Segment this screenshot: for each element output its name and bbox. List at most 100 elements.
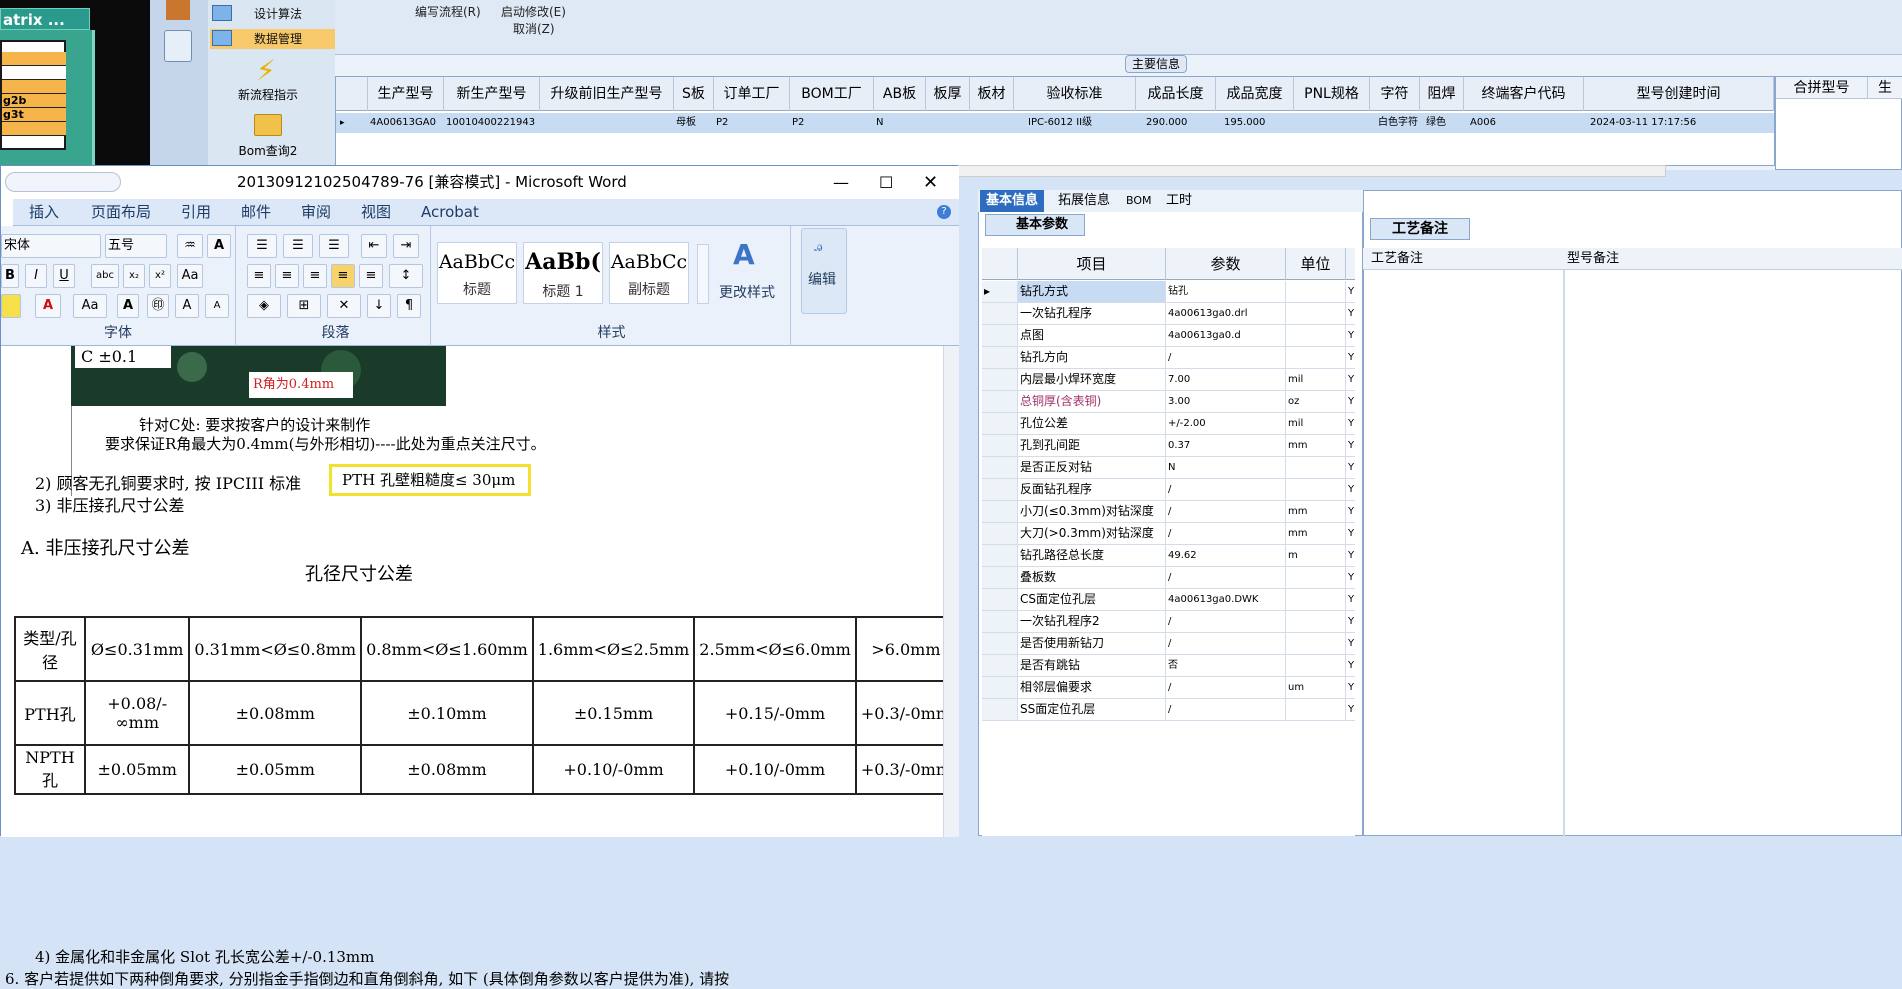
left-row[interactable] [2, 52, 66, 66]
tab-review[interactable]: 审阅 [301, 199, 331, 226]
row-indicator[interactable] [982, 567, 1018, 588]
underline-icon[interactable]: U [53, 264, 75, 288]
cell-flag[interactable]: Y [1346, 479, 1355, 500]
table-row[interactable]: 钻孔方向 / Y [982, 347, 1355, 369]
table-row[interactable]: 总铜厚(含表铜) 3.00 oz Y [982, 391, 1355, 413]
cell-unit[interactable]: um [1286, 677, 1346, 698]
cell-param[interactable]: / [1166, 479, 1286, 500]
left-row[interactable] [2, 66, 66, 80]
cell-flag[interactable]: Y [1346, 413, 1355, 434]
cell-bom-factory[interactable]: P2 [790, 113, 804, 133]
cell-width[interactable]: 195.000 [1222, 113, 1265, 133]
row-indicator[interactable] [982, 699, 1018, 720]
char-shading-icon[interactable]: A [117, 294, 139, 318]
numbering-icon[interactable]: ☰ [283, 234, 313, 258]
cell-item[interactable]: 钻孔路径总长度 [1018, 545, 1166, 566]
italic-icon[interactable]: I [25, 264, 47, 288]
cell-param[interactable]: 4a00613ga0.DWK [1166, 589, 1286, 610]
cell-unit[interactable]: mm [1286, 501, 1346, 522]
multilevel-list-icon[interactable]: ☰ [319, 234, 349, 258]
cell-unit[interactable] [1286, 325, 1346, 346]
cell-param[interactable]: / [1166, 677, 1286, 698]
help-icon[interactable]: ? [937, 205, 951, 219]
align-center-icon[interactable]: ≡ [275, 264, 299, 288]
shading-icon[interactable]: ◈ [247, 294, 281, 318]
tab-mailings[interactable]: 邮件 [241, 199, 271, 226]
col-header[interactable]: 成品宽度 [1216, 77, 1294, 111]
table-row[interactable]: 反面钻孔程序 / Y [982, 479, 1355, 501]
row-indicator[interactable] [982, 303, 1018, 324]
cell-param[interactable]: / [1166, 611, 1286, 632]
row-indicator[interactable] [982, 479, 1018, 500]
tab-references[interactable]: 引用 [181, 199, 211, 226]
cell-item[interactable]: 相邻层偏要求 [1018, 677, 1166, 698]
cell-item[interactable]: 钻孔方式 [1018, 281, 1166, 302]
cell-param[interactable]: 4a00613ga0.drl [1166, 303, 1286, 324]
cell-flag[interactable]: Y [1346, 391, 1355, 412]
cell-flag[interactable]: Y [1346, 677, 1355, 698]
cell-item[interactable]: 内层最小焊环宽度 [1018, 369, 1166, 390]
font-color-icon[interactable]: A [35, 294, 61, 318]
row-indicator[interactable] [982, 435, 1018, 456]
cell-material[interactable] [970, 113, 972, 133]
cell-unit[interactable] [1286, 699, 1346, 720]
table-row[interactable]: 是否正反对钻 N Y [982, 457, 1355, 479]
cell-unit[interactable] [1286, 655, 1346, 676]
cell-item[interactable]: 反面钻孔程序 [1018, 479, 1166, 500]
decrease-indent-icon[interactable]: ⇤ [361, 234, 387, 258]
cell-param[interactable]: 否 [1166, 655, 1286, 676]
col-header[interactable]: PNL规格 [1294, 77, 1370, 111]
col-header[interactable]: 生 [1868, 77, 1902, 99]
start-edit-button[interactable]: 启动修改(E) [501, 3, 566, 20]
edit-group[interactable]: ꭿ 编辑 [801, 228, 847, 314]
maximize-icon[interactable]: ☐ [879, 166, 893, 199]
row-indicator[interactable] [982, 413, 1018, 434]
cell-param[interactable]: / [1166, 567, 1286, 588]
close-icon[interactable]: ✕ [923, 166, 938, 199]
bullets-icon[interactable]: ☰ [247, 234, 277, 258]
cell-param[interactable]: 49.62 [1166, 545, 1286, 566]
col-header-item[interactable]: 项目 [1018, 248, 1166, 280]
cancel-button[interactable]: 取消(Z) [513, 20, 555, 37]
row-indicator[interactable] [982, 369, 1018, 390]
col-header[interactable]: AB板 [874, 77, 926, 111]
cell-param[interactable]: N [1166, 457, 1286, 478]
cell-flag[interactable]: Y [1346, 545, 1355, 566]
strikethrough-icon[interactable]: abc [91, 264, 119, 288]
cell-item[interactable]: 是否有跳钻 [1018, 655, 1166, 676]
increase-indent-icon[interactable]: ⇥ [393, 234, 419, 258]
col-header[interactable]: 验收标准 [1014, 77, 1136, 111]
cell-param[interactable]: 4a00613ga0.d [1166, 325, 1286, 346]
cell-flag[interactable]: Y [1346, 369, 1355, 390]
row-indicator[interactable] [982, 523, 1018, 544]
folder-icon[interactable] [254, 114, 282, 136]
cell-item[interactable]: CS面定位孔层 [1018, 589, 1166, 610]
cell-unit[interactable] [1286, 611, 1346, 632]
calculator-icon[interactable] [164, 30, 192, 62]
cell-flag[interactable]: Y [1346, 589, 1355, 610]
tab-acrobat[interactable]: Acrobat [421, 199, 479, 226]
cell-solder[interactable]: 绿色 [1424, 113, 1446, 133]
cell-item[interactable]: 一次钻孔程序2 [1018, 611, 1166, 632]
minimize-icon[interactable]: — [833, 166, 849, 199]
cell-param[interactable]: / [1166, 699, 1286, 720]
distribute-icon[interactable]: ≡ [359, 264, 383, 288]
row-indicator[interactable] [982, 347, 1018, 368]
table-row[interactable]: 是否使用新钻刀 / Y [982, 633, 1355, 655]
left-panel-title[interactable]: atrix ... [0, 8, 90, 30]
cell-unit[interactable] [1286, 347, 1346, 368]
left-row[interactable]: g3t [2, 108, 66, 122]
row-indicator[interactable] [982, 611, 1018, 632]
cell-length[interactable]: 290.000 [1144, 113, 1187, 133]
cell-item[interactable]: 叠板数 [1018, 567, 1166, 588]
vertical-scrollbar[interactable] [943, 346, 959, 837]
cell-flag[interactable]: Y [1346, 567, 1355, 588]
font-size-up-icon[interactable]: Aa [73, 294, 107, 318]
line-spacing-icon[interactable]: ↕ [389, 264, 423, 288]
cell-ab-board[interactable]: N [874, 113, 883, 133]
cell-param[interactable]: / [1166, 501, 1286, 522]
cell-item[interactable]: 钻孔方向 [1018, 347, 1166, 368]
row-indicator[interactable] [982, 589, 1018, 610]
row-indicator[interactable]: ▸ [982, 281, 1018, 302]
table-row[interactable]: 孔到孔间距 0.37 mm Y [982, 435, 1355, 457]
